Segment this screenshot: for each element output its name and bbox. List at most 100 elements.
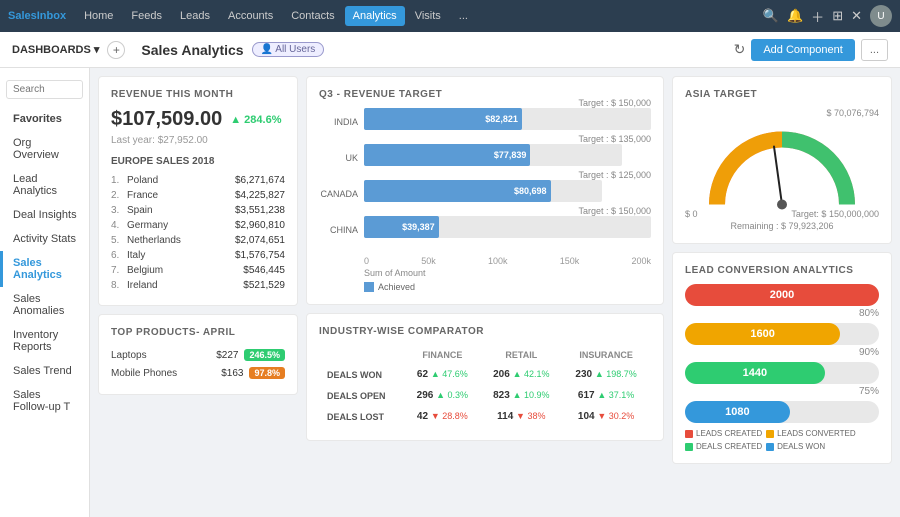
nav-leads[interactable]: Leads (172, 6, 218, 26)
chart-axis: 0 50k 100k 150k 200k (319, 252, 651, 266)
industry-card: INDUSTRY-WISE COMPARATOR FINANCE RETAIL … (306, 313, 664, 441)
top-navigation: SalesInbox Home Feeds Leads Accounts Con… (0, 0, 900, 32)
europe-list-item: 5.Netherlands$2,074,651 (111, 233, 285, 248)
achieved-legend-box (364, 282, 374, 292)
col-header-retail: RETAIL (481, 347, 561, 363)
top-products-title: TOP PRODUCTS- APRIL (111, 327, 285, 338)
nav-right-icons: 🔍 🔔 ＋ ⊞ ✕ U (763, 5, 892, 27)
sidebar-item-lead-analytics[interactable]: Lead Analytics (0, 167, 89, 203)
search-icon[interactable]: 🔍 (763, 8, 779, 24)
lead-bar-row: 1600 90% (685, 323, 879, 358)
lead-bar-row: 1440 75% (685, 362, 879, 397)
table-row: DEALS OPEN 296 ▲ 0.3% 823 ▲ 10.9% 617 ▲ … (321, 386, 649, 405)
table-row: DEALS LOST 42 ▼ 28.8% 114 ▼ 38% 104 ▼ 30… (321, 407, 649, 426)
main-layout: Favorites Org Overview Lead Analytics De… (0, 68, 900, 517)
gauge-target: Target: $ 150,000,000 (791, 209, 879, 219)
chart-legend: Achieved (319, 282, 651, 292)
product-item: Laptops$227246.5% (111, 346, 285, 364)
col-header-insurance: INSURANCE (563, 347, 649, 363)
col-header-row-label (321, 347, 403, 363)
q3-bar-row: UK $77,839 Target : $ 135,000 (319, 144, 651, 172)
europe-title: EUROPE SALES 2018 (111, 156, 285, 167)
gauge-axis: $ 0 Target: $ 150,000,000 (685, 209, 879, 219)
page-title: Sales Analytics (141, 42, 243, 58)
nav-feeds[interactable]: Feeds (123, 6, 170, 26)
sidebar: Favorites Org Overview Lead Analytics De… (0, 68, 90, 517)
q3-bar-chart: INDIA $82,821 Target : $ 150,000 UK $77,… (319, 108, 651, 244)
europe-list-item: 8.Ireland$521,529 (111, 278, 285, 293)
plus-icon[interactable]: ＋ (811, 7, 824, 26)
lead-legend-item: DEALS WON (766, 442, 825, 451)
add-dashboard-button[interactable]: + (107, 41, 125, 59)
industry-title: INDUSTRY-WISE COMPARATOR (319, 326, 651, 337)
app-logo: SalesInbox (8, 10, 66, 22)
close-icon[interactable]: ✕ (851, 8, 862, 24)
gauge-remaining: Remaining : $ 79,923,206 (730, 221, 833, 231)
asia-target-card: ASIA TARGET $ 70,076,794 $ 0 Target (672, 76, 892, 244)
europe-list-item: 4.Germany$2,960,810 (111, 218, 285, 233)
nav-visits[interactable]: Visits (407, 6, 449, 26)
lead-conversion-card: LEAD CONVERSION ANALYTICS 2000 80% 1600 … (672, 252, 892, 464)
lead-bar-row: 1080 (685, 401, 879, 423)
gauge-container: $ 0 Target: $ 150,000,000 Remaining : $ … (685, 122, 879, 231)
revenue-last-year: Last year: $27,952.00 (111, 135, 285, 146)
europe-list-item: 7.Belgium$546,445 (111, 263, 285, 278)
europe-list-item: 2.France$4,225,827 (111, 188, 285, 203)
europe-list-item: 1.Poland$6,271,674 (111, 173, 285, 188)
product-item: Mobile Phones$16397.8% (111, 364, 285, 382)
sidebar-item-org-overview[interactable]: Org Overview (0, 131, 89, 167)
q3-bar-row: INDIA $82,821 Target : $ 150,000 (319, 108, 651, 136)
sub-nav-actions: ↻ Add Component ... (734, 39, 888, 61)
nav-home[interactable]: Home (76, 6, 121, 26)
revenue-card: REVENUE THIS MONTH $107,509.00 ▲ 284.6% … (98, 76, 298, 306)
search-input[interactable] (6, 80, 83, 99)
nav-accounts[interactable]: Accounts (220, 6, 281, 26)
sidebar-item-sales-trend[interactable]: Sales Trend (0, 359, 89, 383)
chevron-down-icon: ▾ (94, 43, 100, 56)
q3-bar-row: CHINA $39,387 Target : $ 150,000 (319, 216, 651, 244)
lead-legend-item: LEADS CONVERTED (766, 429, 856, 438)
lead-legend-item: DEALS CREATED (685, 442, 762, 451)
lead-legend-item: LEADS CREATED (685, 429, 762, 438)
more-options-button[interactable]: ... (861, 39, 888, 61)
europe-sales-list: 1.Poland$6,271,6742.France$4,225,8273.Sp… (111, 173, 285, 293)
refresh-icon[interactable]: ↻ (734, 41, 746, 58)
q3-bar-row: CANADA $80,698 Target : $ 125,000 (319, 180, 651, 208)
chart-axis-label: Sum of Amount (319, 268, 651, 278)
sidebar-item-activity-stats[interactable]: Activity Stats (0, 227, 89, 251)
revenue-change: ▲ 284.6% (230, 114, 281, 126)
all-users-filter[interactable]: 👤 All Users (252, 42, 325, 57)
avatar[interactable]: U (870, 5, 892, 27)
filter-icon: 👤 (261, 44, 276, 55)
bell-icon[interactable]: 🔔 (787, 8, 803, 24)
top-products-card: TOP PRODUCTS- APRIL Laptops$227246.5%Mob… (98, 314, 298, 395)
europe-list-item: 3.Spain$3,551,238 (111, 203, 285, 218)
add-component-button[interactable]: Add Component (751, 39, 855, 61)
revenue-amount: $107,509.00 (111, 108, 222, 131)
lead-legend: LEADS CREATED LEADS CONVERTED DEALS CREATE… (685, 429, 879, 451)
sidebar-item-sales-anomalies[interactable]: Sales Anomalies (0, 287, 89, 323)
layout-icon[interactable]: ⊞ (832, 8, 843, 24)
sidebar-item-sales-analytics[interactable]: Sales Analytics (0, 251, 89, 287)
achieved-legend-label: Achieved (378, 282, 415, 292)
europe-list-item: 6.Italy$1,576,754 (111, 248, 285, 263)
sub-navigation: DASHBOARDS ▾ + Sales Analytics 👤 All Use… (0, 32, 900, 68)
q3-revenue-card: Q3 - REVENUE TARGET INDIA $82,821 Target… (306, 76, 664, 305)
industry-table-body: DEALS WON 62 ▲ 47.6% 206 ▲ 42.1% 230 ▲ 1… (321, 365, 649, 426)
gauge-svg (702, 122, 862, 217)
nav-contacts[interactable]: Contacts (283, 6, 342, 26)
nav-more[interactable]: ... (451, 6, 476, 26)
content-area: REVENUE THIS MONTH $107,509.00 ▲ 284.6% … (90, 68, 900, 517)
products-list: Laptops$227246.5%Mobile Phones$16397.8% (111, 346, 285, 382)
industry-table: FINANCE RETAIL INSURANCE DEALS WON 62 ▲ … (319, 345, 651, 428)
sidebar-item-inventory-reports[interactable]: Inventory Reports (0, 323, 89, 359)
asia-title: ASIA TARGET (685, 89, 879, 100)
sidebar-item-sales-followup[interactable]: Sales Follow-up T (0, 383, 89, 419)
dashboards-button[interactable]: DASHBOARDS ▾ (12, 43, 99, 56)
lead-bars: 2000 80% 1600 90% 1440 75% 1080 (685, 284, 879, 423)
nav-analytics[interactable]: Analytics (345, 6, 405, 26)
sidebar-item-deal-insights[interactable]: Deal Insights (0, 203, 89, 227)
lead-bar-row: 2000 80% (685, 284, 879, 319)
gauge-min: $ 0 (685, 209, 698, 219)
sidebar-item-favorites[interactable]: Favorites (0, 107, 89, 131)
